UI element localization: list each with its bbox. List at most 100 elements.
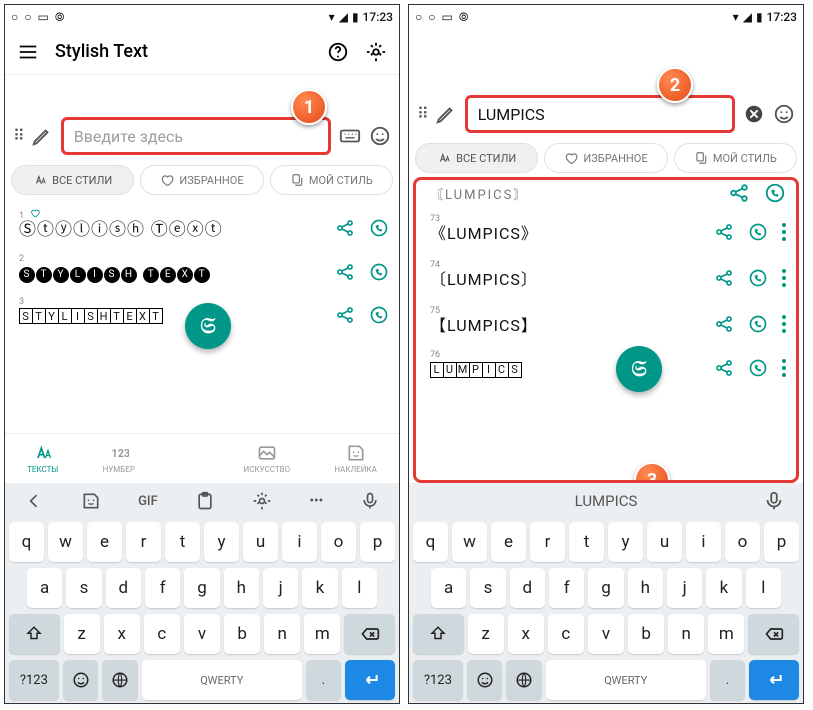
- menu-icon[interactable]: [17, 41, 39, 63]
- gif-button[interactable]: GIF: [138, 494, 158, 509]
- backspace-key[interactable]: [748, 614, 799, 654]
- style-item[interactable]: 74 〔LUMPICS〕: [416, 260, 796, 296]
- clipboard-icon[interactable]: [195, 491, 215, 511]
- emoji-icon[interactable]: [369, 125, 391, 147]
- pencil-icon[interactable]: [435, 103, 457, 125]
- keyboard-suggestion[interactable]: LUMPICS: [409, 483, 803, 519]
- share-icon[interactable]: [335, 305, 355, 325]
- key[interactable]: y: [608, 522, 643, 562]
- drag-handle-icon[interactable]: ⠿: [417, 110, 427, 118]
- keyboard-icon[interactable]: [339, 125, 361, 147]
- mic-icon[interactable]: [360, 491, 380, 511]
- key[interactable]: o: [321, 522, 356, 562]
- space-key[interactable]: QWERTY: [142, 660, 302, 700]
- whatsapp-icon[interactable]: [369, 262, 389, 282]
- key[interactable]: j: [667, 568, 702, 608]
- key[interactable]: f: [145, 568, 180, 608]
- emoji-icon[interactable]: [773, 103, 795, 125]
- key[interactable]: v: [184, 614, 220, 654]
- key[interactable]: q: [9, 522, 44, 562]
- key[interactable]: l: [746, 568, 781, 608]
- key[interactable]: b: [224, 614, 260, 654]
- key[interactable]: c: [144, 614, 180, 654]
- key[interactable]: x: [104, 614, 140, 654]
- period-key[interactable]: .: [306, 660, 342, 700]
- tab-favorites[interactable]: ИЗБРАННОЕ: [544, 143, 667, 173]
- whatsapp-icon[interactable]: [748, 314, 768, 334]
- key[interactable]: d: [510, 568, 545, 608]
- key[interactable]: s: [66, 568, 101, 608]
- fab-button[interactable]: 𝔖: [616, 346, 662, 392]
- share-icon[interactable]: [714, 222, 734, 242]
- whatsapp-icon[interactable]: [369, 305, 389, 325]
- enter-key[interactable]: [345, 660, 395, 700]
- alt-key[interactable]: ?123: [413, 660, 463, 700]
- key[interactable]: u: [243, 522, 278, 562]
- nav-texts[interactable]: ТЕКСТЫ: [27, 443, 58, 474]
- style-item[interactable]: 76 LUMPICS: [416, 352, 796, 384]
- whatsapp-icon[interactable]: [748, 358, 768, 378]
- key[interactable]: w: [452, 522, 487, 562]
- key[interactable]: q: [413, 522, 448, 562]
- emoji-key[interactable]: [467, 660, 503, 700]
- key[interactable]: z: [64, 614, 100, 654]
- whatsapp-icon[interactable]: [369, 218, 389, 238]
- key[interactable]: w: [48, 522, 83, 562]
- tab-favorites[interactable]: ИЗБРАННОЕ: [140, 165, 263, 195]
- globe-key[interactable]: [102, 660, 138, 700]
- key[interactable]: u: [647, 522, 682, 562]
- enter-key[interactable]: [749, 660, 799, 700]
- tab-my-style[interactable]: МОЙ СТИЛЬ: [270, 165, 393, 195]
- key[interactable]: e: [491, 522, 526, 562]
- more-icon[interactable]: [782, 315, 786, 333]
- pencil-icon[interactable]: [31, 125, 53, 147]
- key[interactable]: t: [165, 522, 200, 562]
- emoji-key[interactable]: [63, 660, 99, 700]
- key[interactable]: d: [106, 568, 141, 608]
- key[interactable]: h: [628, 568, 663, 608]
- style-item[interactable]: 73 《LUMPICS》: [416, 214, 796, 250]
- key[interactable]: m: [304, 614, 340, 654]
- clear-icon[interactable]: [743, 103, 765, 125]
- share-icon[interactable]: [714, 268, 734, 288]
- key[interactable]: l: [342, 568, 377, 608]
- period-key[interactable]: .: [710, 660, 746, 700]
- key[interactable]: h: [224, 568, 259, 608]
- shift-key[interactable]: [9, 614, 60, 654]
- gear-icon[interactable]: [252, 491, 272, 511]
- key[interactable]: p: [360, 522, 395, 562]
- key[interactable]: f: [549, 568, 584, 608]
- style-item[interactable]: 75 【LUMPICS】: [416, 306, 796, 342]
- key[interactable]: y: [204, 522, 239, 562]
- share-icon[interactable]: [714, 314, 734, 334]
- tab-my-style[interactable]: МОЙ СТИЛЬ: [674, 143, 797, 173]
- key[interactable]: a: [27, 568, 62, 608]
- key[interactable]: g: [184, 568, 219, 608]
- key[interactable]: k: [706, 568, 741, 608]
- backspace-key[interactable]: [344, 614, 395, 654]
- text-input[interactable]: Введите здесь: [61, 117, 331, 155]
- key[interactable]: g: [588, 568, 623, 608]
- key[interactable]: o: [725, 522, 760, 562]
- key[interactable]: k: [302, 568, 337, 608]
- sticker-icon[interactable]: [81, 491, 101, 511]
- help-icon[interactable]: [327, 41, 349, 63]
- chevron-left-icon[interactable]: [24, 491, 44, 511]
- space-key[interactable]: QWERTY: [546, 660, 706, 700]
- more-icon[interactable]: •••: [309, 494, 323, 509]
- share-icon[interactable]: [335, 218, 355, 238]
- text-input[interactable]: LUMPICS: [465, 95, 735, 133]
- key[interactable]: i: [282, 522, 317, 562]
- key[interactable]: i: [686, 522, 721, 562]
- key[interactable]: r: [126, 522, 161, 562]
- key[interactable]: e: [87, 522, 122, 562]
- style-item[interactable]: 1 Ⓢⓣⓨⓛⓘⓢⓗ Ⓣⓔⓧⓣ: [5, 209, 399, 246]
- share-icon[interactable]: [335, 262, 355, 282]
- key[interactable]: n: [264, 614, 300, 654]
- more-icon[interactable]: [782, 223, 786, 241]
- tab-all-styles[interactable]: ВСЕ СТИЛИ: [11, 165, 134, 195]
- globe-key[interactable]: [506, 660, 542, 700]
- nav-number[interactable]: НУМБЕР: [103, 443, 135, 474]
- more-icon[interactable]: [782, 359, 786, 377]
- nav-art[interactable]: ИСКУССТВО: [244, 443, 291, 474]
